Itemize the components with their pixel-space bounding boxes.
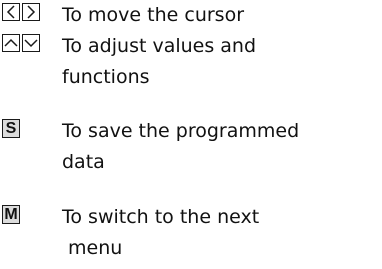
legend-line: To save the programmed [62, 120, 300, 142]
cursor-keys [2, 3, 40, 21]
legend-line: To switch to the next [62, 206, 260, 228]
chevron-down-icon [22, 34, 40, 52]
legend-line: functions [62, 66, 150, 88]
legend-line: data [62, 151, 105, 173]
menu-key-label: M [2, 205, 20, 224]
save-key: S [2, 119, 20, 138]
key-legend: To move the cursor To adjust values and … [0, 0, 382, 269]
chevron-up-icon [2, 34, 20, 52]
menu-key: M [2, 205, 20, 224]
legend-line: To move the cursor [62, 4, 245, 26]
adjust-keys [2, 34, 40, 52]
legend-line: To adjust values and [62, 35, 257, 57]
legend-description: To move the cursor [62, 0, 378, 31]
legend-line-indented: menu [62, 233, 378, 264]
save-key-label: S [2, 119, 20, 138]
legend-description: To switch to the next menu [62, 202, 378, 264]
legend-description: To adjust values and functions [62, 31, 378, 93]
chevron-right-icon [22, 3, 40, 21]
chevron-left-icon [2, 3, 20, 21]
legend-description: To save the programmed data [62, 116, 378, 178]
legend-line: menu [68, 237, 123, 259]
